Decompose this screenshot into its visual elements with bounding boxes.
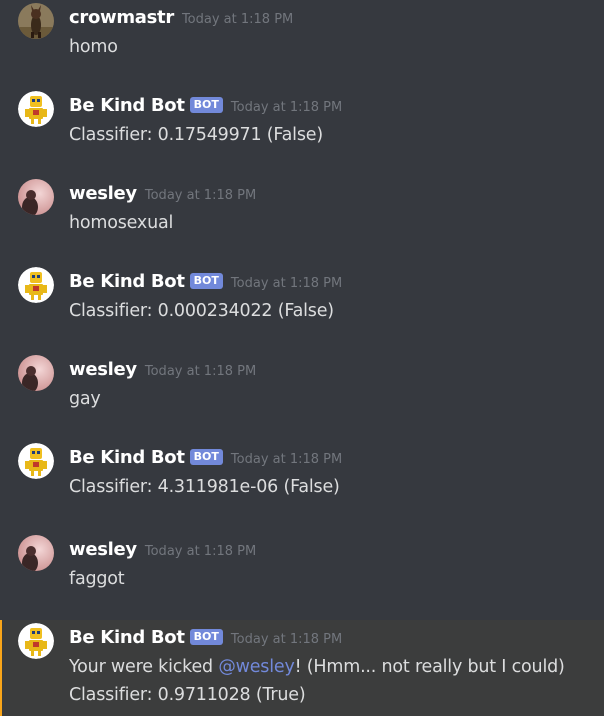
bot-tag: BOT <box>189 629 223 645</box>
timestamp: Today at 1:18 PM <box>144 188 257 203</box>
message: wesley Today at 1:18 PM homosexual <box>0 176 604 256</box>
message-text: Classifier: 4.311981e-06 (False) <box>69 477 340 497</box>
message-text: gay <box>69 389 101 409</box>
username[interactable]: Be Kind Bot <box>69 447 185 468</box>
robot-avatar-icon[interactable] <box>18 267 54 303</box>
message: Be Kind Bot BOT Today at 1:18 PM Classifie… <box>0 264 604 344</box>
timestamp: Today at 1:18 PM <box>230 276 343 291</box>
user-mention[interactable]: @wesley <box>218 657 294 677</box>
username[interactable]: Be Kind Bot <box>69 95 185 116</box>
timestamp: Today at 1:18 PM <box>230 452 343 467</box>
robot-avatar-icon[interactable] <box>18 623 54 659</box>
message: wesley Today at 1:18 PM faggot <box>0 532 604 612</box>
robot-avatar-icon[interactable] <box>18 443 54 479</box>
message-text: faggot <box>69 569 125 589</box>
timestamp: Today at 1:18 PM <box>230 100 343 115</box>
username[interactable]: wesley <box>69 359 137 380</box>
username[interactable]: Be Kind Bot <box>69 271 185 292</box>
username[interactable]: wesley <box>69 183 137 204</box>
user-photo-avatar-icon[interactable] <box>18 179 54 215</box>
timestamp: Today at 1:18 PM <box>181 12 294 27</box>
message-text: homosexual <box>69 213 174 233</box>
message: Be Kind Bot BOT Today at 1:18 PM Classifie… <box>0 88 604 168</box>
user-photo-avatar-icon[interactable] <box>18 355 54 391</box>
timestamp: Today at 1:18 PM <box>144 544 257 559</box>
username[interactable]: wesley <box>69 539 137 560</box>
timestamp: Today at 1:18 PM <box>230 632 343 647</box>
bot-tag: BOT <box>189 273 223 289</box>
robot-avatar-icon[interactable] <box>18 91 54 127</box>
message-text: Your were kicked @wesley! (Hmm... not re… <box>69 657 565 677</box>
message: crowmastr Today at 1:18 PM homo <box>0 0 604 80</box>
bot-tag: BOT <box>189 449 223 465</box>
message-highlighted: Be Kind Bot BOT Today at 1:18 PM Your were… <box>0 620 604 716</box>
username[interactable]: Be Kind Bot <box>69 627 185 648</box>
kick-text-before: Your were kicked <box>69 657 219 677</box>
username[interactable]: crowmastr <box>69 7 174 28</box>
chat-message-list: crowmastr Today at 1:18 PM homo Be Kind B… <box>0 0 604 716</box>
kick-text-after: ! (Hmm... not really but I could) <box>294 657 565 677</box>
message: Be Kind Bot BOT Today at 1:18 PM Classifie… <box>0 440 604 520</box>
message-text: homo <box>69 37 118 57</box>
message-text: Classifier: 0.9711028 (True) <box>69 685 306 705</box>
message-text: Classifier: 0.000234022 (False) <box>69 301 334 321</box>
bot-tag: BOT <box>189 97 223 113</box>
message-text: Classifier: 0.17549971 (False) <box>69 125 323 145</box>
dog-avatar-icon[interactable] <box>18 3 54 39</box>
user-photo-avatar-icon[interactable] <box>18 535 54 571</box>
timestamp: Today at 1:18 PM <box>144 364 257 379</box>
message: wesley Today at 1:18 PM gay <box>0 352 604 432</box>
